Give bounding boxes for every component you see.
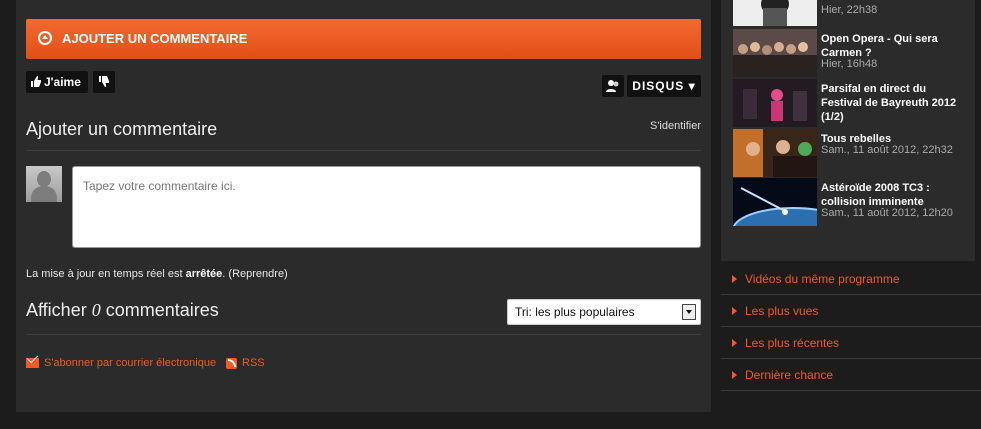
dislike-button[interactable] xyxy=(93,71,115,93)
show-title-prefix: Afficher xyxy=(26,300,87,320)
link-last-chance[interactable]: Dernière chance xyxy=(721,359,981,391)
add-comment-bar[interactable]: AJOUTER UN COMMENTAIRE xyxy=(26,19,701,59)
like-button[interactable]: J'aime xyxy=(26,71,88,93)
thumbs-up-icon xyxy=(31,76,41,87)
add-comment-title: Ajouter un commentaire xyxy=(26,119,218,139)
show-title-suffix: commentaires xyxy=(105,300,219,320)
disqus-user-button[interactable] xyxy=(602,75,624,97)
thumbs-down-icon xyxy=(99,76,109,87)
video-date: Hier, 16h48 xyxy=(821,58,878,70)
disqus-label: DISQUS xyxy=(632,79,685,93)
disqus-menu-button[interactable]: DISQUS ▾ xyxy=(627,75,701,97)
realtime-state: arrêtée xyxy=(185,268,223,280)
video-thumbnail xyxy=(733,178,817,226)
video-thumbnail xyxy=(733,0,817,26)
realtime-prefix: La mise à jour en temps réel est xyxy=(26,268,183,280)
video-title: Parsifal en direct du Festival de Bayreu… xyxy=(821,83,957,123)
video-thumbnail xyxy=(733,79,817,127)
sort-dropdown[interactable]: Tri: les plus populaires xyxy=(507,299,701,325)
link-most-recent[interactable]: Les plus récentes xyxy=(721,327,981,359)
video-thumbnail xyxy=(733,29,817,77)
avatar xyxy=(26,166,62,202)
realtime-status: La mise à jour en temps réel est arrêtée… xyxy=(26,268,288,280)
video-item[interactable]: Hier, 22h38 xyxy=(733,0,969,28)
comment-input[interactable]: Tapez votre commentaire ici. xyxy=(72,166,701,248)
video-item[interactable]: Parsifal en direct du Festival de Bayreu… xyxy=(733,79,969,129)
comments-count-title: Afficher 0 commentaires xyxy=(26,300,219,321)
comment-count: 0 xyxy=(91,300,101,320)
video-title: Open Opera - Qui sera Carmen ? xyxy=(821,33,938,59)
chevron-up-icon xyxy=(38,31,52,45)
video-date: Hier, 22h38 xyxy=(821,4,878,16)
like-label: J'aime xyxy=(44,75,81,89)
resume-link[interactable]: (Reprendre) xyxy=(228,268,287,280)
sort-selected: Tri: les plus populaires xyxy=(515,305,635,319)
subscribe-label: S'abonner par courrier électronique xyxy=(44,357,217,369)
side-nav: Vidéos du même programme Les plus vues L… xyxy=(721,263,981,391)
mail-icon xyxy=(26,358,39,368)
video-item[interactable]: Astéroïde 2008 TC3 : collision imminente… xyxy=(733,178,969,228)
link-most-viewed[interactable]: Les plus vues xyxy=(721,295,981,327)
divider xyxy=(26,150,701,151)
video-date: Sam., 11 août 2012, 12h20 xyxy=(821,207,953,219)
link-same-program[interactable]: Vidéos du même programme xyxy=(721,263,981,295)
rss-label: RSS xyxy=(242,357,265,369)
subscribe-email-link[interactable]: S'abonner par courrier électronique xyxy=(26,357,216,369)
signin-link[interactable]: S'identifier xyxy=(650,120,701,132)
add-comment-bar-label: AJOUTER UN COMMENTAIRE xyxy=(62,31,248,46)
video-item[interactable]: Tous rebelles Sam., 11 août 2012, 22h32 xyxy=(733,129,969,179)
divider xyxy=(26,334,701,335)
video-date: Sam., 11 août 2012, 22h32 xyxy=(821,144,953,156)
page-bottom xyxy=(0,412,981,429)
video-thumbnail xyxy=(733,129,817,177)
video-item[interactable]: Open Opera - Qui sera Carmen ? Hier, 16h… xyxy=(733,29,969,79)
dropdown-arrow-icon[interactable] xyxy=(682,304,696,320)
user-icon xyxy=(606,80,619,92)
rss-icon xyxy=(226,357,237,369)
rss-link[interactable]: RSS xyxy=(226,357,265,369)
chevron-down-icon: ▾ xyxy=(688,79,696,93)
video-title: Astéroïde 2008 TC3 : collision imminente xyxy=(821,182,930,208)
